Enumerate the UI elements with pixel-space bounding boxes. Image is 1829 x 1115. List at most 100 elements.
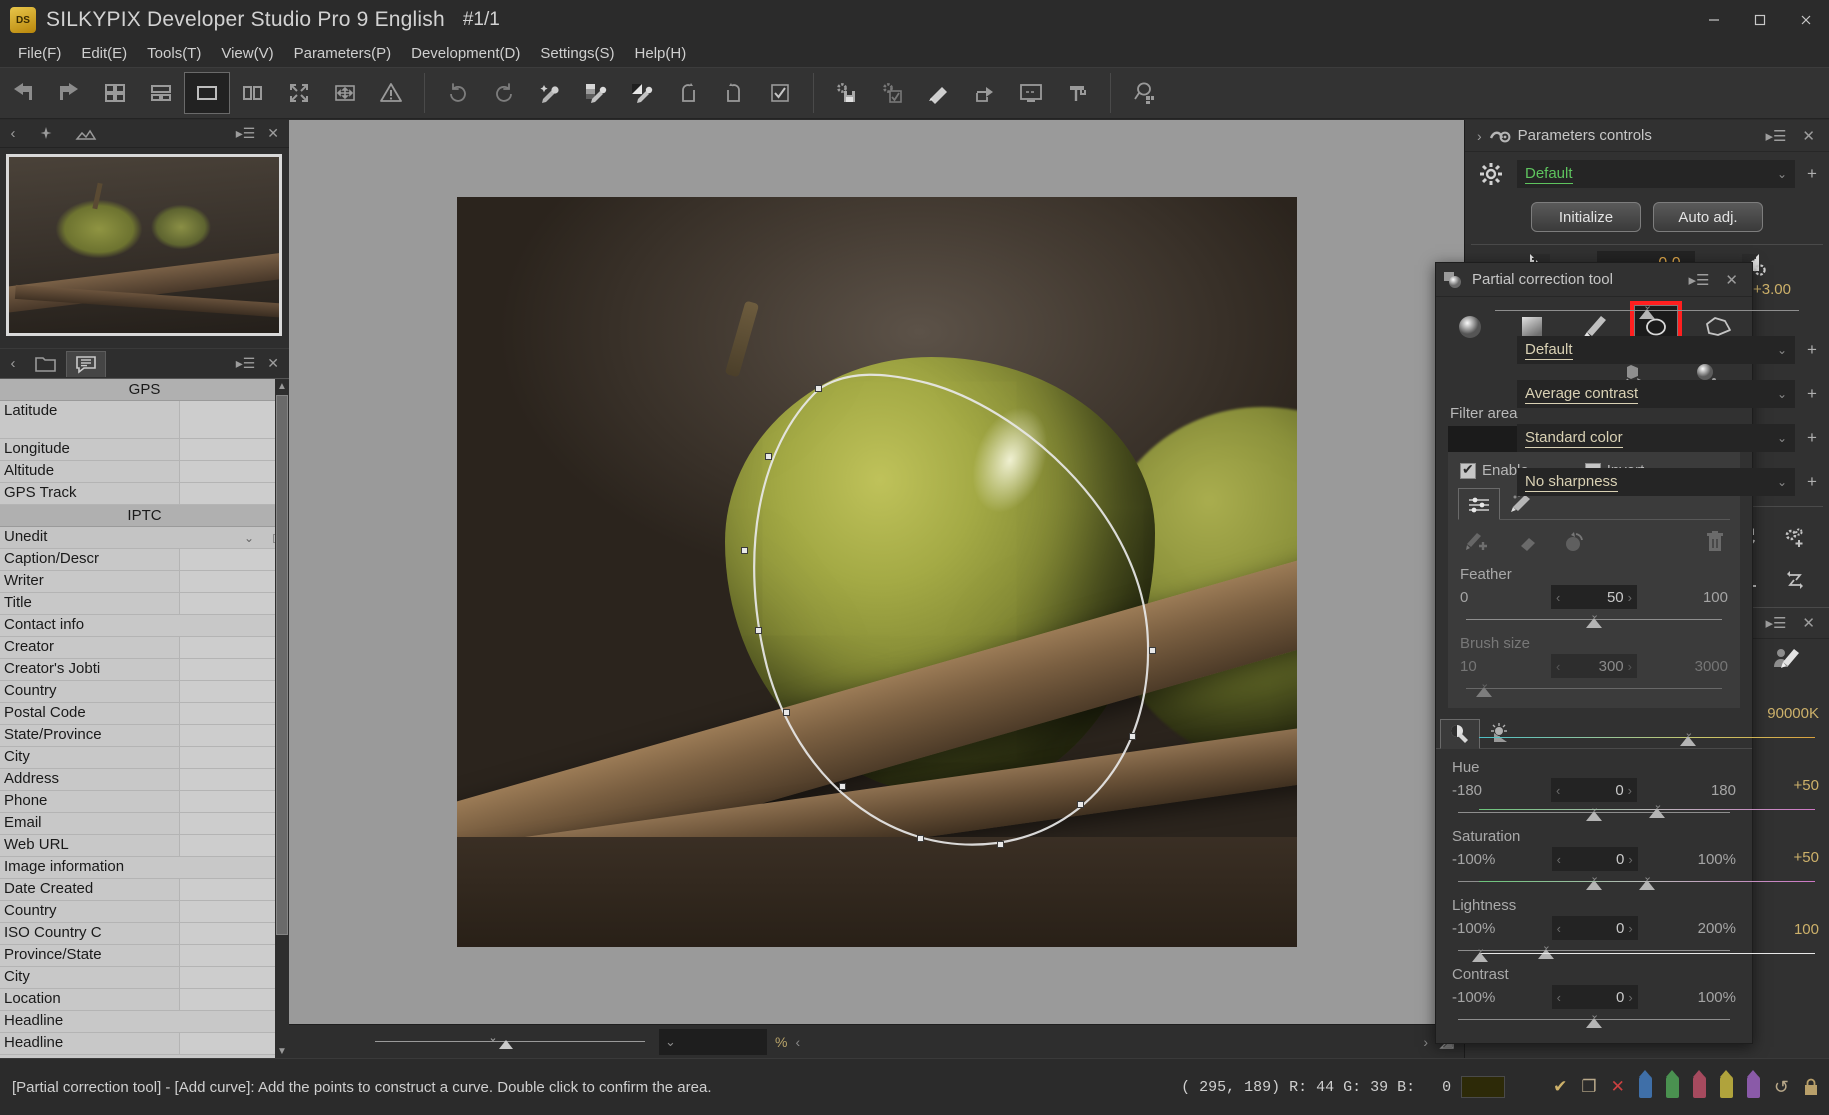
save-development-settings-icon[interactable] (824, 72, 870, 114)
metadata-row[interactable]: City (0, 967, 289, 989)
export-icon[interactable] (962, 72, 1008, 114)
color-temperature-track[interactable]: ⌄ (1475, 727, 1819, 747)
settings-plus-tool-icon[interactable] (1775, 520, 1815, 556)
preset-dropdown[interactable]: Default ⌄ (1517, 160, 1795, 188)
metadata-list[interactable]: GPS Latitude Longitude Altitude GPS Track IPT… (0, 378, 289, 1058)
tone-adjust-tab[interactable] (1440, 719, 1480, 749)
exposure-knob[interactable] (1639, 309, 1655, 319)
batch-develop-icon[interactable] (870, 72, 916, 114)
rotate-right-icon[interactable] (711, 72, 757, 114)
copy-icon[interactable]: ❐ (1581, 1077, 1596, 1097)
enable-checkbox[interactable] (1460, 461, 1476, 479)
metadata-row[interactable]: Latitude (0, 401, 289, 439)
auto-adj-button[interactable]: Auto adj. (1653, 202, 1763, 232)
yellow-rating-pin-icon[interactable] (1719, 1070, 1733, 1098)
metadata-row-value[interactable] (180, 659, 289, 680)
minimize-button[interactable] (1691, 0, 1737, 40)
metadata-menu-icon[interactable]: ▸☰ (230, 355, 262, 372)
curve-handle[interactable] (1148, 647, 1156, 654)
zoom-slider[interactable]: ⌄ (375, 1032, 645, 1052)
selected-thumbnail[interactable] (6, 154, 282, 336)
metadata-row-value[interactable] (180, 725, 289, 746)
panel-menu-icon[interactable]: ▸☰ (230, 125, 262, 142)
contrast-track[interactable]: ⌄ (1452, 1009, 1736, 1029)
white-balance-menu-icon[interactable]: ▸☰ (1757, 614, 1794, 632)
saturation-increment-icon[interactable]: › (1628, 852, 1632, 867)
zoom-slider-knob[interactable] (499, 1039, 514, 1049)
metadata-row[interactable]: Headline (0, 1033, 289, 1055)
metadata-row[interactable]: Phone (0, 791, 289, 813)
zoom-value-box[interactable]: ⌄ (659, 1028, 767, 1055)
metadata-row[interactable]: Address (0, 769, 289, 791)
metadata-row-value[interactable] (180, 879, 289, 900)
metadata-row-value[interactable] (180, 637, 289, 658)
metadata-row[interactable]: Caption/Descr (0, 549, 289, 571)
close-button[interactable] (1783, 0, 1829, 40)
metadata-row-value[interactable] (180, 791, 289, 812)
curve-handle[interactable] (1128, 733, 1136, 740)
metadata-row-value[interactable] (180, 681, 289, 702)
hue-increment-icon[interactable]: › (1628, 783, 1632, 798)
curve-handle[interactable] (740, 547, 748, 554)
sharpness-dropdown[interactable]: No sharpness ⌄ (1517, 468, 1795, 496)
metadata-row-value[interactable] (180, 483, 289, 504)
feather-value-box[interactable]: ‹ 50 › (1551, 585, 1637, 609)
gear-icon[interactable] (1473, 158, 1509, 190)
add-contrast-preset-icon[interactable]: + (1803, 384, 1821, 404)
metadata-row[interactable]: Creator's Jobti (0, 659, 289, 681)
circular-gradient-tool-icon[interactable] (1448, 305, 1492, 349)
metadata-row[interactable]: Date Created (0, 879, 289, 901)
green-rating-pin-icon[interactable] (1665, 1070, 1679, 1098)
add-color-preset-icon[interactable]: + (1803, 428, 1821, 448)
paste-parameters-icon[interactable] (619, 72, 665, 114)
curve-handle[interactable] (782, 709, 790, 716)
eraser-icon[interactable] (1514, 531, 1540, 553)
curve-handle[interactable] (1076, 801, 1084, 808)
brush-size-track[interactable]: ⌄ (1460, 678, 1728, 698)
parameters-close-icon[interactable]: ✕ (1794, 127, 1823, 145)
develop-icon[interactable] (916, 72, 962, 114)
metadata-row-value[interactable] (180, 835, 289, 856)
contrast-caret-icon[interactable]: ⌄ (1777, 387, 1787, 401)
metadata-row-value[interactable] (180, 923, 289, 944)
color-temperature-knob[interactable] (1680, 736, 1697, 746)
metadata-row-value[interactable] (180, 989, 289, 1010)
reject-icon[interactable]: ✕ (1611, 1077, 1625, 1097)
search-thumbnail-icon[interactable] (1121, 72, 1167, 114)
next-image-icon[interactable] (46, 72, 92, 114)
curve-handle[interactable] (996, 841, 1004, 848)
panel-close-icon[interactable]: ✕ (261, 125, 285, 142)
lightness-value-box[interactable]: ‹ 0 › (1551, 916, 1638, 940)
metadata-tab[interactable] (66, 350, 106, 377)
single-image-view-icon[interactable] (184, 72, 230, 114)
blue-rating-pin-icon[interactable] (1638, 1070, 1652, 1098)
pc-menu-icon[interactable]: ▸☰ (1680, 271, 1717, 289)
printer-icon[interactable] (1054, 72, 1100, 114)
compare-two-view-icon[interactable] (230, 72, 276, 114)
curve-handle[interactable] (764, 453, 772, 460)
metadata-row-value[interactable] (180, 813, 289, 834)
image-stage[interactable] (289, 120, 1464, 1024)
brush-size-increment-icon[interactable]: › (1628, 659, 1632, 674)
fit-to-window-icon[interactable] (322, 72, 368, 114)
curve-handle[interactable] (814, 385, 822, 392)
add-brush-icon[interactable] (1464, 530, 1492, 554)
color-deflection-track[interactable]: ⌄ (1475, 799, 1819, 819)
check-mark-icon[interactable]: ✔ (1553, 1077, 1567, 1097)
metadata-row[interactable]: GPS Track (0, 483, 289, 505)
undo-icon[interactable] (435, 72, 481, 114)
pc-close-icon[interactable]: ✕ (1717, 271, 1746, 289)
color-caret-icon[interactable]: ⌄ (1777, 431, 1787, 445)
initialize-button[interactable]: Initialize (1531, 202, 1641, 232)
metadata-row[interactable]: State/Province (0, 725, 289, 747)
metadata-row-value[interactable] (180, 945, 289, 966)
saturation-value-box[interactable]: ‹ 0 › (1551, 847, 1638, 871)
metadata-row[interactable]: Country (0, 901, 289, 923)
metadata-row-value[interactable] (180, 901, 289, 922)
add-preset-icon[interactable]: + (1803, 164, 1821, 184)
mark-checkbox-icon[interactable] (757, 72, 803, 114)
contrast-knob[interactable] (1586, 1018, 1602, 1028)
rotation-reset-icon[interactable] (1775, 562, 1815, 598)
undo-status-icon[interactable]: ↺ (1774, 1077, 1789, 1098)
metadata-row-value[interactable] (180, 769, 289, 790)
